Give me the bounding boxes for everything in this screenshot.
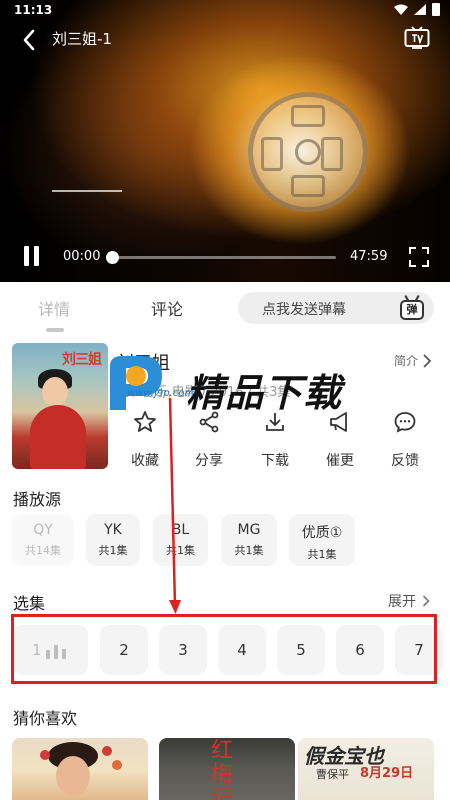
video-title: 刘三姐-1 — [52, 30, 112, 48]
show-poster: 刘三姐 — [12, 343, 108, 469]
source-count: 共1集 — [234, 544, 264, 557]
danmaku-placeholder: 点我发送弹幕 — [262, 302, 346, 318]
status-time: 11:13 — [14, 3, 53, 17]
intro-link[interactable]: 简介 — [394, 352, 432, 369]
recommend-card[interactable]: 假金宝也 曹保平 8月29日 — [298, 738, 434, 800]
source-item-bl[interactable]: BL 共1集 — [153, 514, 208, 566]
recommend-list: 红梅记 假金宝也 曹保平 8月29日 — [12, 738, 450, 800]
favorite-button[interactable]: 收藏 — [120, 410, 170, 470]
current-time: 00:00 — [63, 249, 101, 264]
watermark-url: www.j9p.com — [127, 388, 195, 399]
watermark-text: 精品下载 — [186, 371, 343, 415]
feedback-label: 反馈 — [391, 453, 419, 469]
status-bar: 11:13 — [0, 0, 450, 20]
duration: 47:59 — [350, 249, 388, 264]
signal-icon — [414, 4, 426, 15]
tab-indicator — [46, 328, 64, 332]
recommend-section-title: 猜你喜欢 — [13, 709, 78, 728]
recommend-card[interactable] — [12, 738, 148, 800]
tv-cast-icon[interactable] — [404, 26, 430, 50]
fullscreen-icon[interactable] — [408, 246, 430, 268]
progress-bar[interactable] — [106, 251, 336, 264]
source-item-mg[interactable]: MG 共1集 — [221, 514, 277, 566]
danmaku-icon[interactable]: 弹 — [398, 294, 426, 322]
pause-icon[interactable] — [22, 246, 42, 268]
source-count: 共14集 — [25, 544, 61, 557]
episode-highlight-box — [11, 614, 437, 684]
favorite-label: 收藏 — [131, 453, 159, 469]
source-name: MG — [237, 522, 261, 538]
recommend-title: 红梅记 — [207, 738, 232, 800]
back-arrow-icon[interactable] — [16, 26, 44, 54]
urge-update-label: 催更 — [326, 453, 354, 469]
feedback-button[interactable]: 反馈 — [380, 410, 430, 470]
source-count: 共1集 — [307, 548, 337, 561]
source-count: 共1集 — [98, 544, 128, 557]
battery-icon — [432, 3, 440, 16]
source-name: QY — [33, 522, 53, 538]
tab-comments[interactable]: 评论 — [151, 296, 183, 320]
wifi-icon — [394, 4, 408, 15]
source-item-qy[interactable]: QY 共14集 — [12, 514, 74, 566]
source-name: 优质① — [301, 525, 343, 541]
source-section-title: 播放源 — [13, 490, 62, 509]
intro-label: 简介 — [393, 354, 418, 368]
expand-label: 展开 — [388, 594, 416, 610]
share-label: 分享 — [195, 453, 223, 469]
action-row: 收藏 分享 下载 催更 反馈 — [118, 410, 438, 470]
danmaku-input[interactable]: 点我发送弹幕 弹 — [238, 292, 434, 324]
urge-update-button[interactable]: 催更 — [315, 410, 365, 470]
video-player[interactable]: 11:13 刘三姐-1 00:00 47:59 — [0, 0, 450, 282]
poster-title-art: 刘三姐 — [62, 352, 102, 368]
subtitle-line — [52, 190, 122, 192]
recommend-card[interactable]: 红梅记 — [159, 738, 295, 800]
film-reel-image — [248, 92, 368, 212]
progress-knob[interactable] — [106, 251, 119, 264]
download-label: 下载 — [261, 453, 289, 469]
watermark-logo-icon — [110, 356, 162, 410]
chevron-right-icon — [423, 353, 432, 368]
source-name: YK — [104, 522, 122, 538]
tab-details[interactable]: 详情 — [38, 296, 70, 320]
detail-tabbar: 详情 评论 点我发送弹幕 弹 — [0, 282, 450, 334]
download-button[interactable]: 下载 — [250, 410, 300, 470]
share-button[interactable]: 分享 — [184, 410, 234, 470]
source-name: BL — [171, 522, 190, 538]
danmaku-icon-label: 弹 — [400, 300, 424, 320]
source-list: QY 共14集 YK 共1集 BL 共1集 MG 共1集 优质① 共1集 — [12, 514, 442, 566]
episode-section-title: 选集 — [13, 594, 46, 613]
chevron-right-icon — [422, 595, 430, 607]
source-item-premium[interactable]: 优质① 共1集 — [289, 514, 355, 566]
source-item-yk[interactable]: YK 共1集 — [86, 514, 140, 566]
player-controls: 00:00 47:59 — [0, 240, 450, 276]
feedback-icon — [394, 412, 416, 433]
source-count: 共1集 — [166, 544, 195, 557]
expand-episodes-link[interactable]: 展开 — [388, 591, 430, 611]
recommend-actor: 曹保平 — [316, 768, 349, 781]
recommend-date: 8月29日 — [360, 766, 414, 781]
